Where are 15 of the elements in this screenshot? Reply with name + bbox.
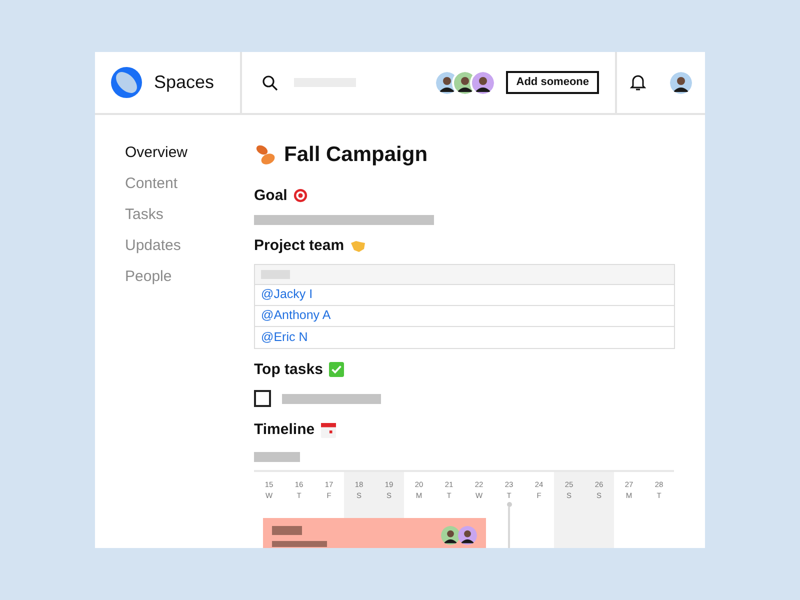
section-heading: Top tasks (254, 360, 323, 380)
section-heading: Project team (254, 236, 344, 256)
nav-item[interactable]: Content (125, 173, 254, 195)
page-title: Fall Campaign (284, 142, 428, 168)
member-mention-link[interactable]: @Eric N (261, 328, 308, 346)
member-mention-link[interactable]: @Jacky I (261, 285, 313, 304)
section-heading: Goal (254, 186, 288, 206)
section-heading: Timeline (254, 420, 315, 440)
add-someone-button[interactable]: Add someone (506, 71, 599, 94)
nav-item[interactable]: Tasks (125, 204, 254, 226)
nav-item[interactable]: Overview (125, 142, 254, 164)
member-mention-link[interactable]: @Anthony A (261, 306, 331, 325)
nav-item[interactable]: People (125, 266, 254, 288)
app-name: Spaces (154, 71, 214, 94)
nav-item[interactable]: Updates (125, 235, 254, 257)
